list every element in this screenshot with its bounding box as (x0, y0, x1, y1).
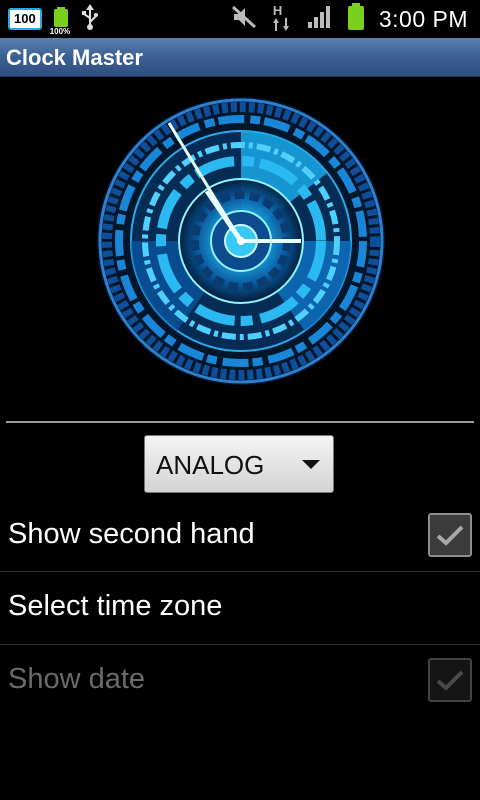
spinner-selected-value: ANALOG (156, 450, 265, 480)
battery-percent-icon: 100% (50, 7, 70, 36)
clock-preview (95, 95, 387, 387)
status-time: 3:00 PM (378, 5, 468, 32)
usb-icon (80, 4, 100, 34)
setting-label: Select time zone (8, 590, 223, 622)
status-bar-right: H 3:00 PM (231, 3, 468, 35)
setting-label: Show date (8, 663, 146, 695)
setting-row-show-second-hand[interactable]: Show second hand (0, 500, 480, 572)
status-bar-left: 100 100% (8, 4, 100, 36)
battery-percent-text: 100% (49, 27, 71, 36)
battery-notification-badge: 100 (8, 8, 42, 30)
clock-style-spinner[interactable]: ANALOG (144, 435, 334, 493)
battery-icon (347, 3, 365, 35)
title-bar: Clock Master (0, 38, 480, 77)
network-type-label: H (272, 3, 283, 18)
signal-strength-icon (307, 5, 333, 33)
dropdown-arrow-icon (302, 460, 320, 469)
mute-icon (231, 5, 257, 33)
analog-clock-face (97, 97, 385, 385)
check-icon (436, 670, 464, 691)
hspa-data-icon: H (271, 3, 293, 34)
app-title: Clock Master (6, 45, 143, 70)
status-bar: 100 100% H 3:00 PM (0, 0, 480, 38)
setting-row-show-date: Show date (0, 645, 480, 717)
check-icon (436, 525, 464, 546)
setting-label: Show second hand (8, 518, 255, 550)
setting-row-select-time-zone[interactable]: Select time zone (0, 572, 480, 644)
show-second-hand-checkbox[interactable] (428, 513, 472, 557)
divider (6, 421, 474, 423)
show-date-checkbox (428, 658, 472, 702)
